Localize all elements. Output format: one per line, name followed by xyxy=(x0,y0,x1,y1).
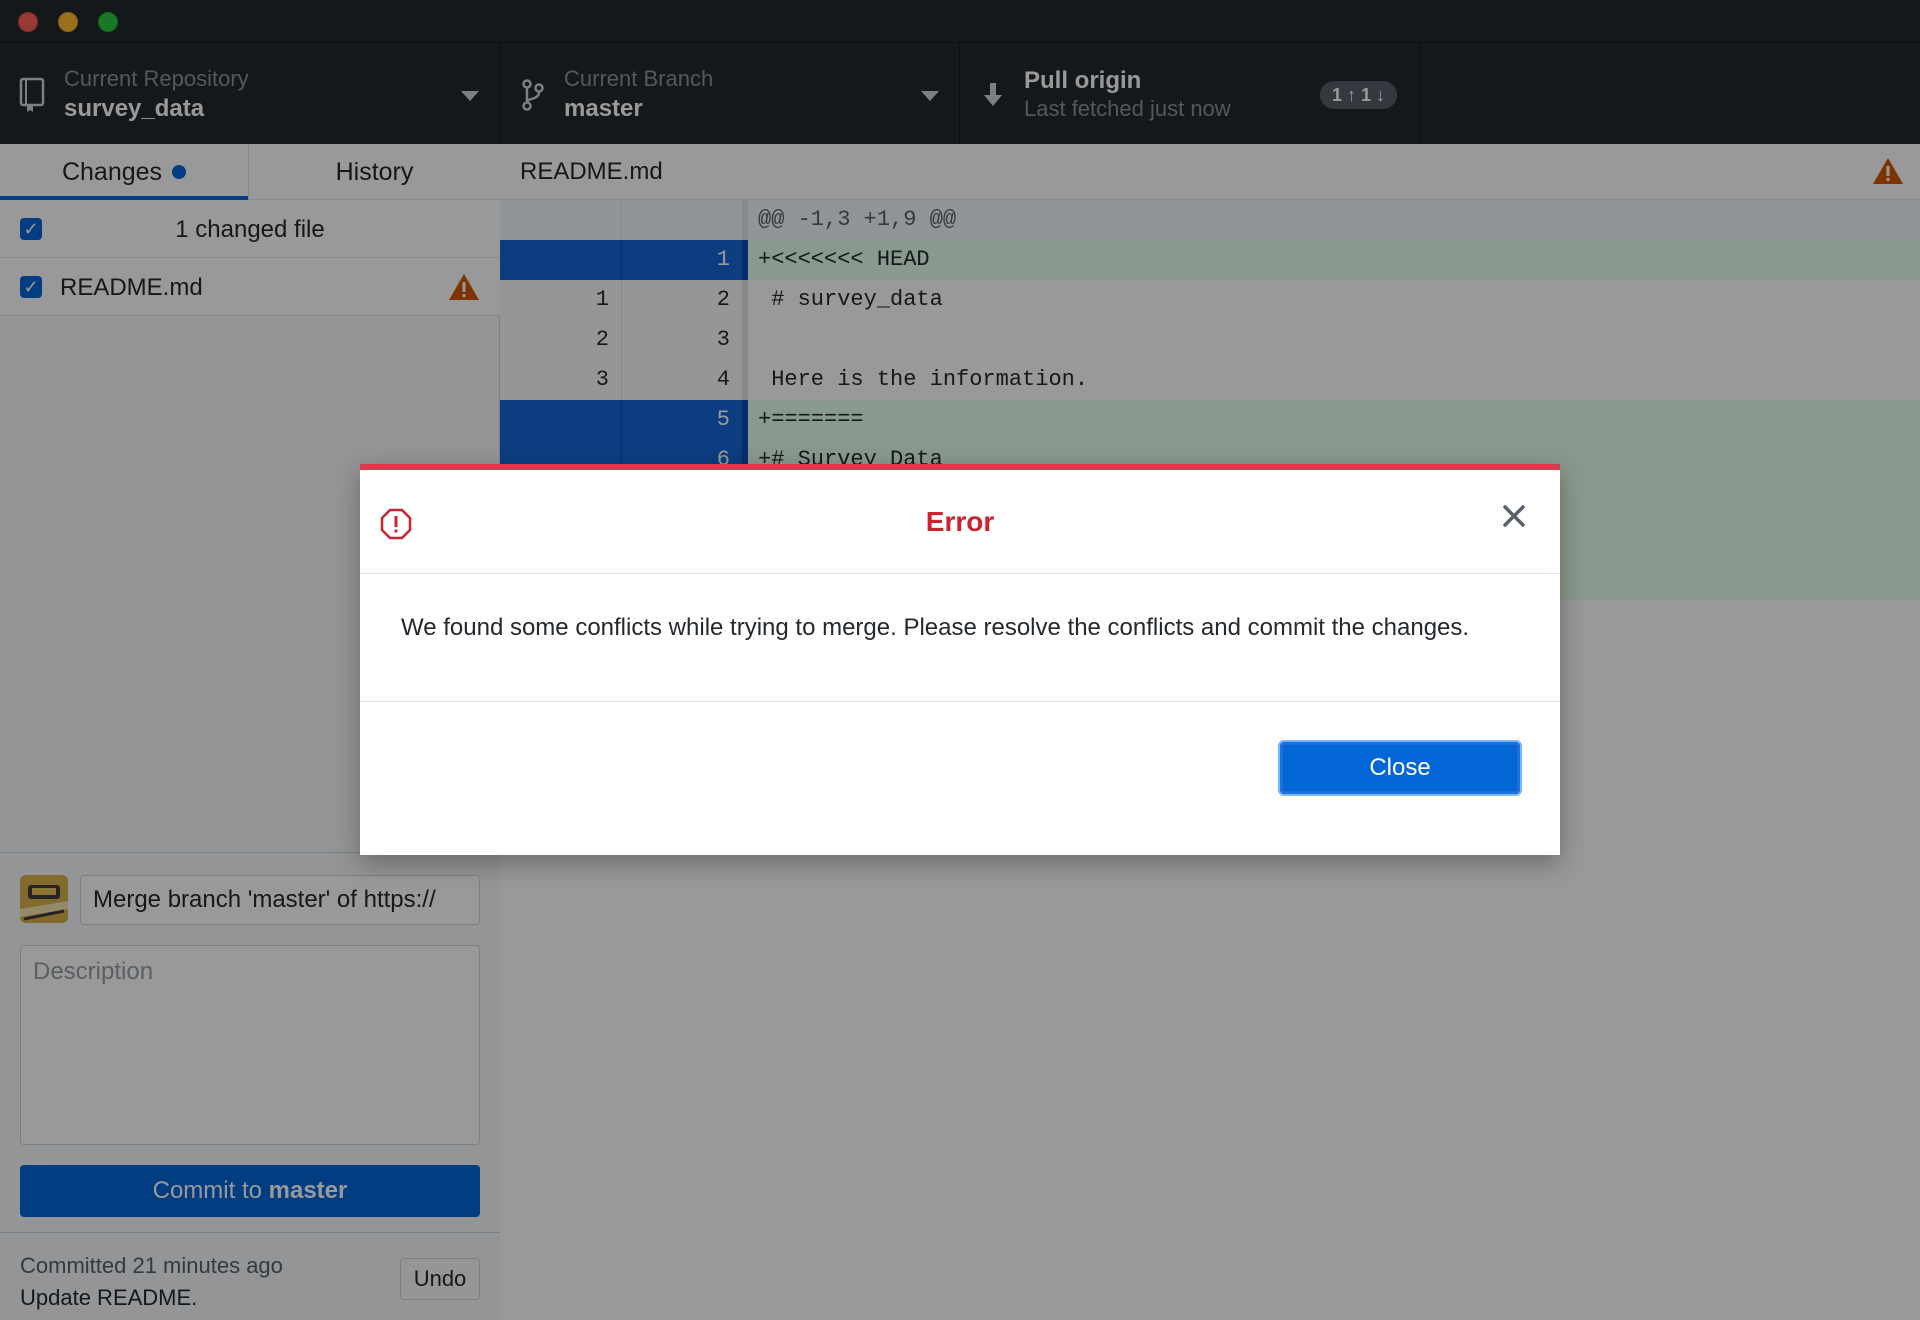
dialog-message: We found some conflicts while trying to … xyxy=(360,574,1560,702)
close-icon[interactable] xyxy=(1498,500,1530,532)
error-dialog: Error We found some conflicts while tryi… xyxy=(360,464,1560,855)
dialog-footer: Close xyxy=(360,702,1560,855)
dialog-header: Error xyxy=(360,470,1560,574)
dialog-title: Error xyxy=(925,506,995,537)
close-button[interactable]: Close xyxy=(1280,742,1520,794)
